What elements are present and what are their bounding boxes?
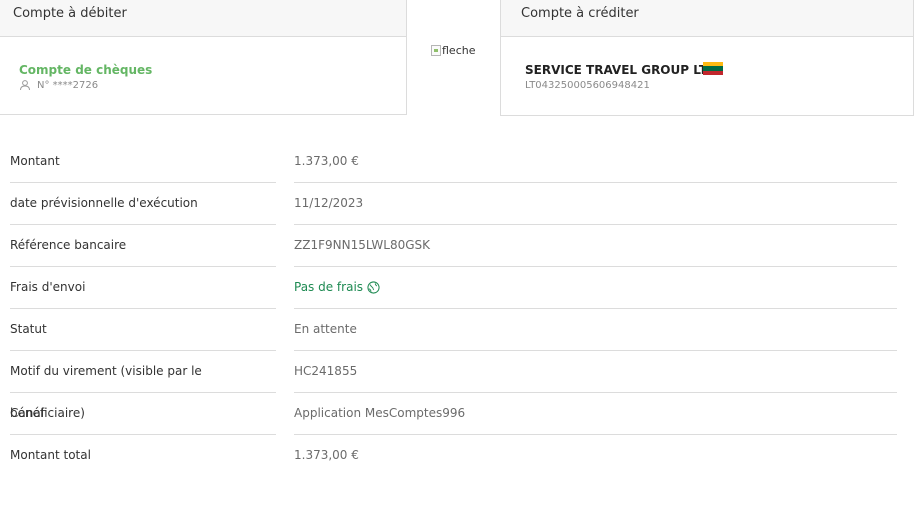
detail-value: ZZ1F9NN15LWL80GSK bbox=[294, 224, 897, 267]
detail-label: Référence bancaire bbox=[10, 224, 276, 267]
credit-card-header: Compte à créditer bbox=[501, 0, 913, 37]
detail-label: Montant total bbox=[10, 448, 91, 462]
debit-account-name: Compte de chèques bbox=[19, 63, 153, 77]
detail-value: 1.373,00 € bbox=[294, 140, 897, 183]
transfer-details-table: Montant 1.373,00 € date prévisionnelle d… bbox=[10, 140, 897, 476]
detail-row-amount: Montant 1.373,00 € bbox=[10, 140, 897, 183]
detail-value-fees: Pas de frais bbox=[294, 266, 897, 309]
debit-account-number-row: N° ****2726 bbox=[19, 79, 98, 91]
detail-label: Montant bbox=[10, 140, 276, 183]
detail-label: Motif du virement (visible par le bénéfi… bbox=[10, 350, 276, 420]
detail-value: 1.373,00 € bbox=[294, 448, 359, 462]
detail-row-bank-reference: Référence bancaire ZZ1F9NN15LWL80GSK bbox=[10, 224, 897, 267]
lithuania-flag-icon bbox=[703, 62, 723, 75]
detail-row-status: Statut En attente bbox=[10, 308, 897, 351]
detail-label: Canal bbox=[10, 392, 276, 435]
detail-value: En attente bbox=[294, 308, 897, 351]
globe-icon bbox=[367, 281, 380, 294]
debit-account-card: Compte à débiter Compte de chèques N° **… bbox=[0, 0, 407, 115]
detail-row-total-amount: Montant total 1.373,00 € bbox=[10, 434, 897, 476]
user-icon bbox=[20, 80, 30, 91]
detail-row-fees: Frais d'envoi Pas de frais bbox=[10, 266, 897, 309]
detail-value: Application MesComptes996 bbox=[294, 392, 897, 435]
debit-account-number: N° ****2726 bbox=[37, 79, 99, 91]
detail-value: 11/12/2023 bbox=[294, 182, 897, 225]
beneficiary-name: SERVICE TRAVEL GROUP LTD bbox=[525, 63, 718, 77]
flag-stripe-red bbox=[703, 70, 723, 75]
fees-text: Pas de frais bbox=[294, 280, 364, 294]
detail-label: Frais d'envoi bbox=[10, 266, 276, 309]
arrow-image-alt-text: fleche bbox=[442, 44, 476, 57]
detail-label: Statut bbox=[10, 308, 276, 351]
debit-card-header: Compte à débiter bbox=[0, 0, 406, 37]
credit-account-card: Compte à créditer SERVICE TRAVEL GROUP L… bbox=[500, 0, 914, 116]
detail-label: date prévisionnelle d'exécution bbox=[10, 182, 276, 225]
beneficiary-iban: LT043250005606948421 bbox=[525, 80, 650, 91]
arrow-image-placeholder: fleche bbox=[431, 44, 475, 57]
detail-row-transfer-reason: Motif du virement (visible par le bénéfi… bbox=[10, 350, 897, 420]
broken-image-icon bbox=[431, 45, 441, 56]
detail-row-execution-date: date prévisionnelle d'exécution 11/12/20… bbox=[10, 182, 897, 225]
detail-value: HC241855 bbox=[294, 350, 897, 393]
detail-row-channel: Canal Application MesComptes996 bbox=[10, 392, 897, 435]
